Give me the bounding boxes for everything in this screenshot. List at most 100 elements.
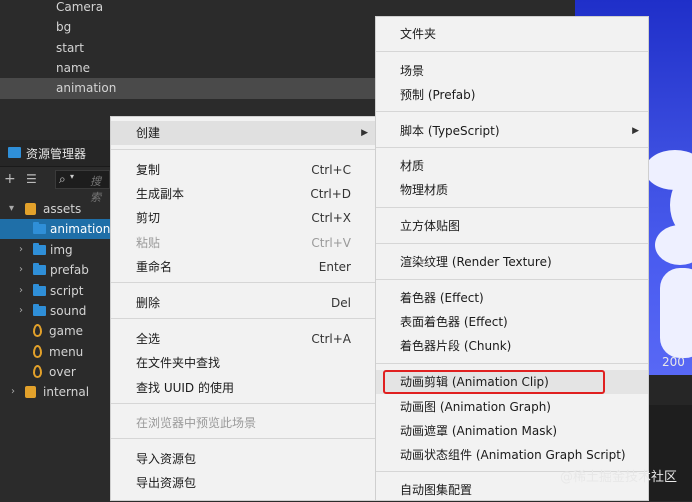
- submenu-arrow-icon: ▶: [361, 128, 368, 138]
- menu-item-label: 导入资源包: [136, 452, 197, 466]
- menu-separator: [376, 279, 648, 280]
- sort-icon[interactable]: ☰: [26, 172, 37, 186]
- menu-item-preview-in-browser[interactable]: 在浏览器中预览此场景: [111, 411, 377, 435]
- menu-item-label: 渲染纹理 (Render Texture): [400, 255, 552, 269]
- folder-icon: [33, 243, 46, 255]
- menu-item-paste[interactable]: 粘贴 Ctrl+V: [111, 231, 377, 255]
- search-input[interactable]: ⌕ ▾ 搜索: [55, 170, 110, 204]
- menu-item-shortcut: Ctrl+D: [310, 187, 351, 201]
- tree-item-script[interactable]: › script: [0, 281, 110, 301]
- tree-item-label: prefab: [50, 263, 89, 277]
- menu-item-label: 导出资源包: [136, 476, 197, 490]
- menu-item-label: 物理材质: [400, 183, 449, 197]
- menu-separator: [376, 111, 648, 112]
- scene-file-icon: [33, 365, 42, 378]
- menu-separator: [111, 438, 377, 439]
- menu-item-cut[interactable]: 剪切 Ctrl+X: [111, 206, 377, 230]
- menu-item-create[interactable]: 创建 ▶: [111, 121, 377, 145]
- menu-item-select-all[interactable]: 全选 Ctrl+A: [111, 327, 377, 351]
- tree-item-prefab[interactable]: › prefab: [0, 260, 110, 280]
- chevron-right-icon: ›: [11, 386, 15, 397]
- menu-item-surface-effect[interactable]: 表面着色器 (Effect): [376, 310, 648, 334]
- menu-item-animation-mask[interactable]: 动画遮罩 (Animation Mask): [376, 419, 648, 443]
- hierarchy-item-camera[interactable]: Camera: [56, 0, 103, 17]
- menu-item-shortcut: Ctrl+C: [311, 163, 351, 177]
- menu-item-animation-graph[interactable]: 动画图 (Animation Graph): [376, 395, 648, 419]
- add-icon[interactable]: +: [4, 171, 16, 187]
- menu-item-effect[interactable]: 着色器 (Effect): [376, 286, 648, 310]
- tree-item-over[interactable]: over: [0, 362, 110, 382]
- folder-icon: [33, 284, 46, 296]
- hierarchy-panel: Camera bg start name animation: [0, 0, 380, 102]
- menu-item-label: 复制: [136, 163, 161, 177]
- menu-item-label: 着色器 (Effect): [400, 291, 484, 305]
- menu-item-scene[interactable]: 场景: [376, 59, 648, 83]
- menu-item-label: 脚本 (TypeScript): [400, 124, 500, 138]
- menu-separator: [376, 363, 648, 364]
- hierarchy-item-name[interactable]: name: [56, 58, 90, 78]
- menu-item-label: 动画遮罩 (Animation Mask): [400, 424, 558, 438]
- tree-item-label: game: [49, 324, 84, 338]
- menu-item-label: 粘贴: [136, 236, 161, 250]
- menu-item-import-package[interactable]: 导入资源包: [111, 447, 377, 471]
- tree-item-menu[interactable]: menu: [0, 342, 110, 362]
- tree-item-internal[interactable]: › internal: [0, 382, 110, 402]
- menu-item-animation-graph-script[interactable]: 动画状态组件 (Animation Graph Script): [376, 443, 648, 467]
- menu-item-label: 创建: [136, 126, 161, 140]
- assets-folder-icon: [8, 147, 21, 158]
- menu-item-cubemap[interactable]: 立方体贴图: [376, 214, 648, 238]
- menu-item-delete[interactable]: 删除 Del: [111, 291, 377, 315]
- menu-separator: [111, 282, 377, 283]
- tree-item-game[interactable]: game: [0, 321, 110, 341]
- menu-item-script[interactable]: 脚本 (TypeScript) ▶: [376, 119, 648, 143]
- tree-item-label: internal: [43, 385, 90, 399]
- menu-separator: [111, 318, 377, 319]
- hierarchy-item-bg[interactable]: bg: [56, 17, 71, 37]
- tree-item-sound[interactable]: › sound: [0, 301, 110, 321]
- tree-item-img[interactable]: › img: [0, 240, 110, 260]
- menu-item-label: 重命名: [136, 260, 173, 274]
- tree-item-assets[interactable]: ▾ assets: [0, 199, 110, 219]
- menu-item-material[interactable]: 材质: [376, 154, 648, 178]
- chevron-right-icon: ›: [19, 244, 23, 255]
- menu-item-label: 生成副本: [136, 187, 185, 201]
- menu-item-label: 表面着色器 (Effect): [400, 315, 508, 329]
- hierarchy-item-start[interactable]: start: [56, 38, 84, 58]
- menu-item-label: 文件夹: [400, 27, 437, 41]
- menu-item-label: 着色器片段 (Chunk): [400, 339, 512, 353]
- menu-item-folder[interactable]: 文件夹: [376, 22, 648, 46]
- menu-item-export-package[interactable]: 导出资源包: [111, 471, 377, 495]
- menu-item-duplicate[interactable]: 生成副本 Ctrl+D: [111, 182, 377, 206]
- database-icon: [25, 203, 36, 215]
- folder-icon: [33, 263, 46, 275]
- hierarchy-item-animation[interactable]: animation: [56, 78, 116, 98]
- menu-item-chunk[interactable]: 着色器片段 (Chunk): [376, 334, 648, 358]
- menu-item-copy[interactable]: 复制 Ctrl+C: [111, 158, 377, 182]
- menu-separator: [111, 403, 377, 404]
- scene-file-icon: [33, 345, 42, 358]
- menu-separator: [111, 149, 377, 150]
- menu-item-prefab[interactable]: 预制 (Prefab): [376, 83, 648, 107]
- menu-separator: [376, 207, 648, 208]
- menu-item-find-uuid[interactable]: 查找 UUID 的使用: [111, 376, 377, 400]
- menu-item-shortcut: Ctrl+A: [311, 332, 351, 346]
- chevron-right-icon: ›: [19, 285, 23, 296]
- assets-panel-header: 资源管理器: [0, 140, 110, 167]
- menu-item-label: 动画状态组件 (Animation Graph Script): [400, 448, 626, 462]
- menu-item-physics-material[interactable]: 物理材质: [376, 178, 648, 202]
- menu-item-shortcut: Del: [331, 296, 351, 310]
- menu-item-label: 在浏览器中预览此场景: [136, 416, 257, 430]
- menu-item-render-texture[interactable]: 渲染纹理 (Render Texture): [376, 250, 648, 274]
- menu-item-rename[interactable]: 重命名 Enter: [111, 255, 377, 279]
- menu-item-label: 动画图 (Animation Graph): [400, 400, 551, 414]
- menu-item-shortcut: Ctrl+X: [311, 211, 351, 225]
- menu-item-label: 全选: [136, 332, 161, 346]
- menu-item-find-in-folder[interactable]: 在文件夹中查找: [111, 351, 377, 375]
- menu-separator: [376, 147, 648, 148]
- context-menu: 创建 ▶ 复制 Ctrl+C 生成副本 Ctrl+D 剪切 Ctrl+X 粘贴 …: [110, 116, 378, 501]
- menu-separator: [376, 243, 648, 244]
- chevron-right-icon: ›: [19, 305, 23, 316]
- assets-panel-title[interactable]: 资源管理器: [26, 145, 86, 162]
- menu-item-label: 场景: [400, 64, 425, 78]
- tree-item-animation[interactable]: animation: [0, 219, 110, 239]
